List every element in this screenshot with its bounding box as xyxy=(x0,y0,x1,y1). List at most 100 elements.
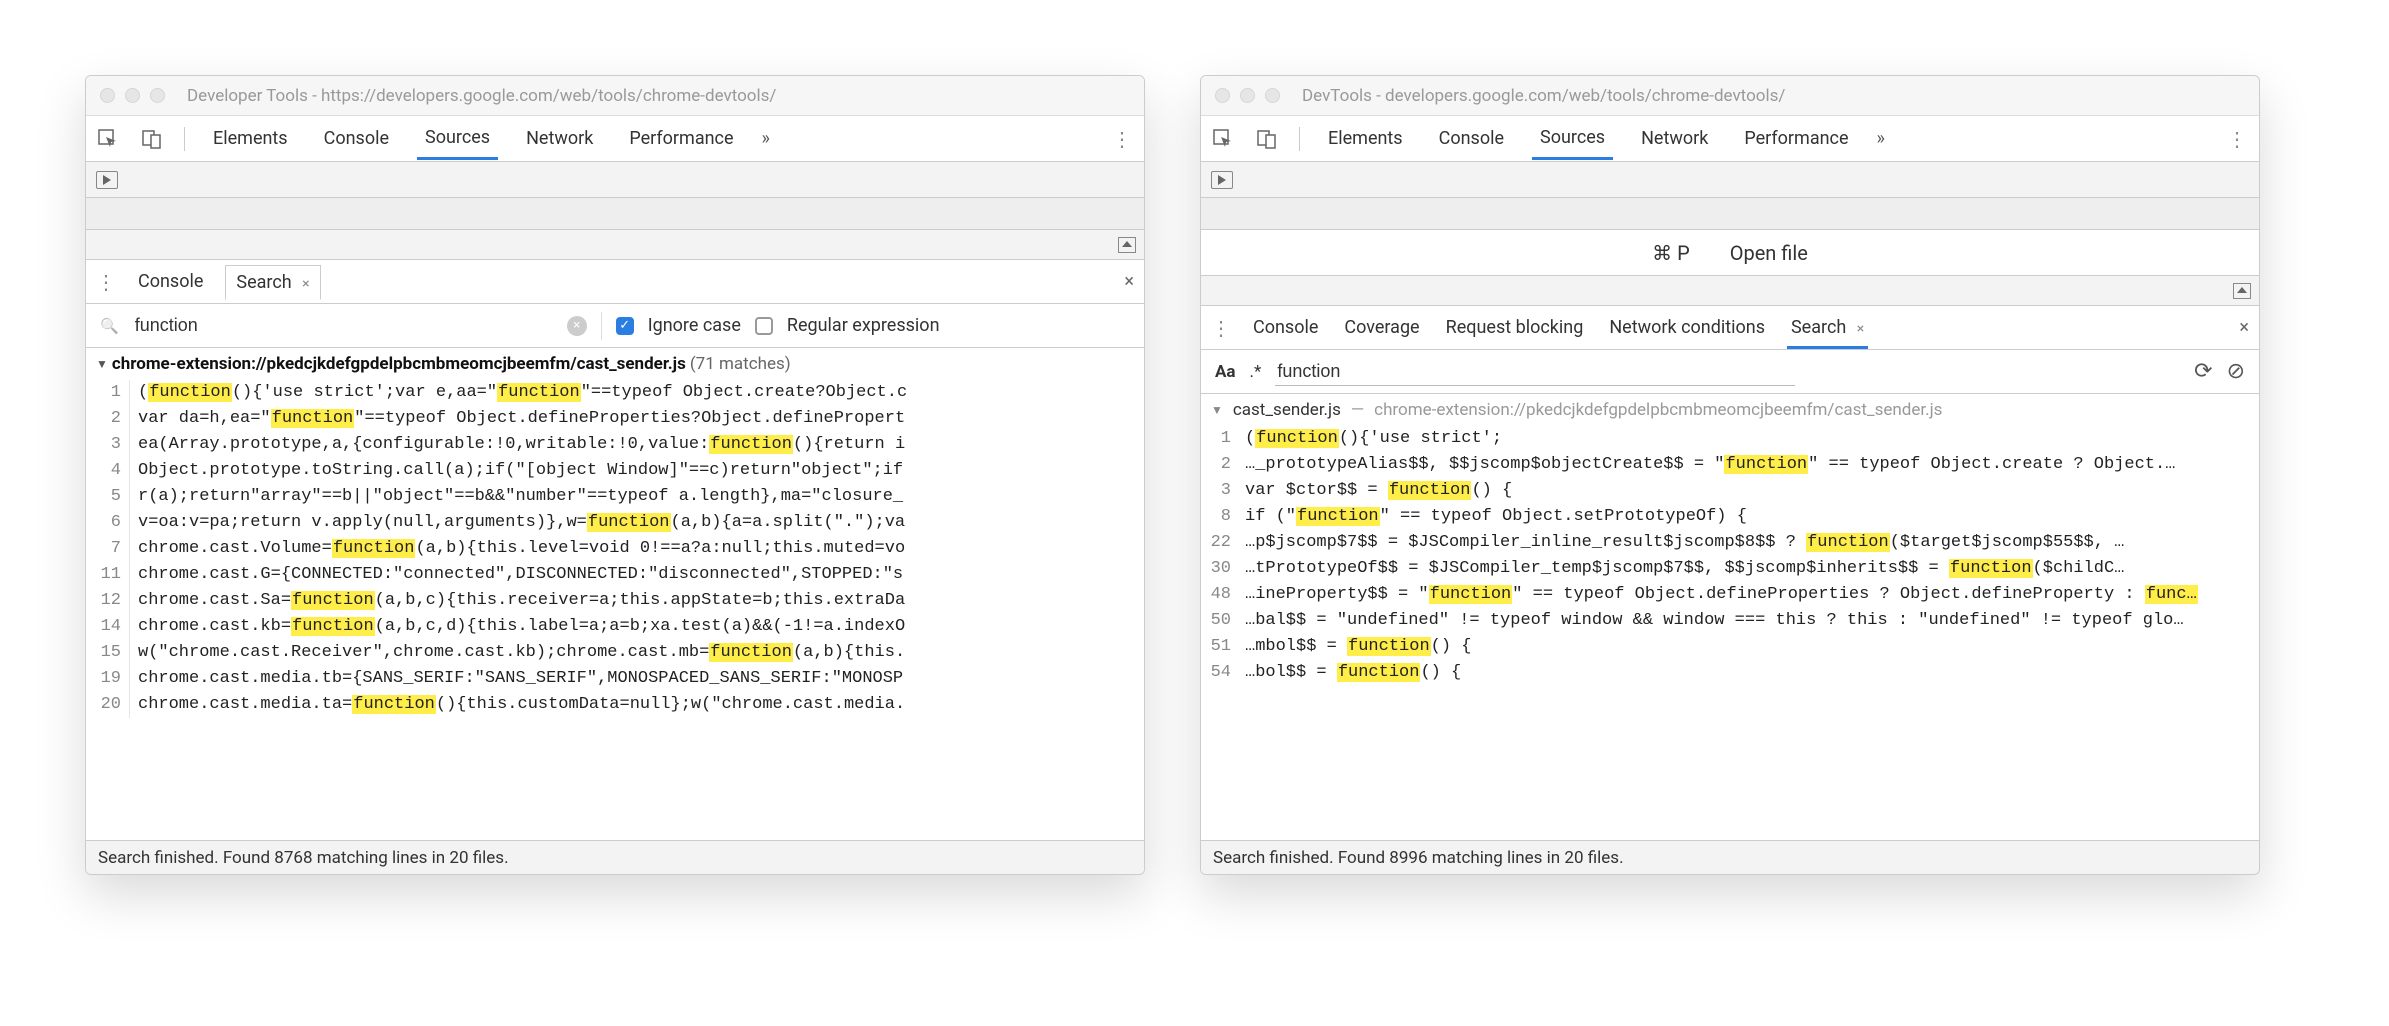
window-controls xyxy=(1215,88,1280,103)
drawer-tab-search[interactable]: Search × xyxy=(225,265,320,300)
result-line[interactable]: 3ea(Array.prototype,a,{configurable:!0,w… xyxy=(86,432,1144,458)
tab-network[interactable]: Network xyxy=(1633,118,1716,159)
disclosure-triangle-icon[interactable]: ▼ xyxy=(96,357,108,371)
close-drawer-icon[interactable]: × xyxy=(1124,271,1134,292)
line-content: v=oa:v=pa;return v.apply(null,arguments)… xyxy=(130,510,1144,536)
line-number: 15 xyxy=(86,640,130,666)
drawer-tab-console[interactable]: Console xyxy=(134,261,207,302)
debugger-resume-icon[interactable] xyxy=(1211,171,1233,189)
result-line[interactable]: 7chrome.cast.Volume=function(a,b){this.l… xyxy=(86,536,1144,562)
inspect-icon[interactable] xyxy=(1211,127,1235,151)
line-content: …_prototypeAlias$$, $$jscomp$objectCreat… xyxy=(1237,452,2259,478)
drawer-tab-console[interactable]: Console xyxy=(1249,307,1322,348)
tab-console[interactable]: Console xyxy=(1431,118,1512,159)
tab-sources[interactable]: Sources xyxy=(1532,117,1613,160)
open-file-hint: ⌘ P Open file xyxy=(1201,230,2259,276)
titlebar: Developer Tools - https://developers.goo… xyxy=(86,76,1144,116)
search-icon xyxy=(100,317,119,335)
result-line[interactable]: 2…_prototypeAlias$$, $$jscomp$objectCrea… xyxy=(1201,452,2259,478)
tab-sources[interactable]: Sources xyxy=(417,117,498,160)
debugger-toolbar xyxy=(86,162,1144,198)
line-content: …tPrototypeOf$$ = $JSCompiler_temp$jscom… xyxy=(1237,556,2259,582)
drawer-tab-network-conditions[interactable]: Network conditions xyxy=(1605,307,1769,348)
regex-icon[interactable]: .* xyxy=(1250,362,1262,382)
close-window-icon[interactable] xyxy=(100,88,115,103)
close-drawer-icon[interactable]: × xyxy=(2239,317,2249,338)
result-file-header[interactable]: ▼ chrome-extension://pkedcjkdefgpdelpbcm… xyxy=(86,348,1144,380)
result-line[interactable]: 11chrome.cast.G={CONNECTED:"connected",D… xyxy=(86,562,1144,588)
line-content: …bol$$ = function() { xyxy=(1237,660,2259,686)
close-search-tab-icon[interactable]: × xyxy=(302,276,309,292)
result-line[interactable]: 5r(a);return"array"==b||"object"==b&&"nu… xyxy=(86,484,1144,510)
line-number: 2 xyxy=(86,406,130,432)
clear-icon[interactable] xyxy=(2227,359,2245,384)
search-input[interactable] xyxy=(133,311,553,340)
search-results-list[interactable]: 1(function(){'use strict';var e,aa="func… xyxy=(86,380,1144,840)
result-line[interactable]: 1(function(){'use strict';var e,aa="func… xyxy=(86,380,1144,406)
match-case-icon[interactable]: Aa xyxy=(1215,362,1236,382)
search-input[interactable] xyxy=(1275,358,1795,386)
result-line[interactable]: 4Object.prototype.toString.call(a);if("[… xyxy=(86,458,1144,484)
result-line[interactable]: 3var $ctor$$ = function() { xyxy=(1201,478,2259,504)
result-line[interactable]: 1(function(){'use strict'; xyxy=(1201,426,2259,452)
result-file-name: cast_sender.js xyxy=(1233,400,1341,420)
result-line[interactable]: 14chrome.cast.kb=function(a,b,c,d){this.… xyxy=(86,614,1144,640)
drawer-kebab-icon[interactable]: ⋮ xyxy=(96,270,116,294)
minimize-window-icon[interactable] xyxy=(1240,88,1255,103)
drawer-tab-request-blocking[interactable]: Request blocking xyxy=(1442,307,1588,348)
close-search-tab-icon[interactable]: × xyxy=(1857,321,1864,337)
minimize-window-icon[interactable] xyxy=(125,88,140,103)
clear-search-icon[interactable]: × xyxy=(567,316,587,336)
tab-elements[interactable]: Elements xyxy=(1320,118,1411,159)
search-results-list[interactable]: 1(function(){'use strict';2…_prototypeAl… xyxy=(1201,426,2259,840)
line-content: …mbol$$ = function() { xyxy=(1237,634,2259,660)
result-line[interactable]: 6v=oa:v=pa;return v.apply(null,arguments… xyxy=(86,510,1144,536)
titlebar: DevTools - developers.google.com/web/too… xyxy=(1201,76,2259,116)
result-line[interactable]: 2var da=h,ea="function"==typeof Object.d… xyxy=(86,406,1144,432)
tab-overflow-icon[interactable]: » xyxy=(1877,128,1885,149)
result-line[interactable]: 50…bal$$ = "undefined" != typeof window … xyxy=(1201,608,2259,634)
result-line[interactable]: 12chrome.cast.Sa=function(a,b,c){this.re… xyxy=(86,588,1144,614)
zoom-window-icon[interactable] xyxy=(150,88,165,103)
tab-performance[interactable]: Performance xyxy=(621,118,741,159)
result-line[interactable]: 22…p$jscomp$7$$ = $JSCompiler_inline_res… xyxy=(1201,530,2259,556)
ignore-case-checkbox[interactable]: ✓ xyxy=(616,317,634,335)
result-line[interactable]: 48…ineProperty$$ = "function" == typeof … xyxy=(1201,582,2259,608)
result-line[interactable]: 19chrome.cast.media.tb={SANS_SERIF:"SANS… xyxy=(86,666,1144,692)
line-content: var da=h,ea="function"==typeof Object.de… xyxy=(130,406,1144,432)
collapse-drawer-icon[interactable] xyxy=(2233,283,2251,299)
drawer-tab-search[interactable]: Search × xyxy=(1787,307,1868,349)
result-line[interactable]: 20chrome.cast.media.ta=function(){this.c… xyxy=(86,692,1144,718)
line-number: 54 xyxy=(1201,660,1237,686)
tab-network[interactable]: Network xyxy=(518,118,601,159)
result-line[interactable]: 30…tPrototypeOf$$ = $JSCompiler_temp$jsc… xyxy=(1201,556,2259,582)
close-window-icon[interactable] xyxy=(1215,88,1230,103)
kebab-menu-icon[interactable]: ⋮ xyxy=(1112,127,1134,151)
tab-elements[interactable]: Elements xyxy=(205,118,296,159)
regex-checkbox[interactable] xyxy=(755,317,773,335)
collapse-drawer-icon[interactable] xyxy=(1118,237,1136,253)
result-line[interactable]: 54…bol$$ = function() { xyxy=(1201,660,2259,686)
debugger-resume-icon[interactable] xyxy=(96,171,118,189)
zoom-window-icon[interactable] xyxy=(1265,88,1280,103)
result-file-path: chrome-extension://pkedcjkdefgpdelpbcmbm… xyxy=(1374,400,1942,420)
tab-performance[interactable]: Performance xyxy=(1736,118,1856,159)
device-toggle-icon[interactable] xyxy=(1255,127,1279,151)
inspect-icon[interactable] xyxy=(96,127,120,151)
disclosure-triangle-icon[interactable]: ▼ xyxy=(1211,403,1223,417)
line-content: …ineProperty$$ = "function" == typeof Ob… xyxy=(1237,582,2259,608)
result-line[interactable]: 15w("chrome.cast.Receiver",chrome.cast.k… xyxy=(86,640,1144,666)
drawer-tab-coverage[interactable]: Coverage xyxy=(1340,307,1423,348)
search-bar: × ✓ Ignore case Regular expression xyxy=(86,304,1144,348)
drawer-tabstrip: ⋮ Console Coverage Request blocking Netw… xyxy=(1201,306,2259,350)
result-file-header[interactable]: ▼ cast_sender.js — chrome-extension://pk… xyxy=(1201,394,2259,426)
kebab-menu-icon[interactable]: ⋮ xyxy=(2227,127,2249,151)
result-line[interactable]: 8if ("function" == typeof Object.setProt… xyxy=(1201,504,2259,530)
tab-console[interactable]: Console xyxy=(316,118,397,159)
device-toggle-icon[interactable] xyxy=(140,127,164,151)
drawer-kebab-icon[interactable]: ⋮ xyxy=(1211,316,1231,340)
refresh-icon[interactable] xyxy=(2194,359,2212,384)
tab-overflow-icon[interactable]: » xyxy=(762,128,770,149)
result-line[interactable]: 51…mbol$$ = function() { xyxy=(1201,634,2259,660)
open-file-label[interactable]: Open file xyxy=(1730,241,1808,265)
